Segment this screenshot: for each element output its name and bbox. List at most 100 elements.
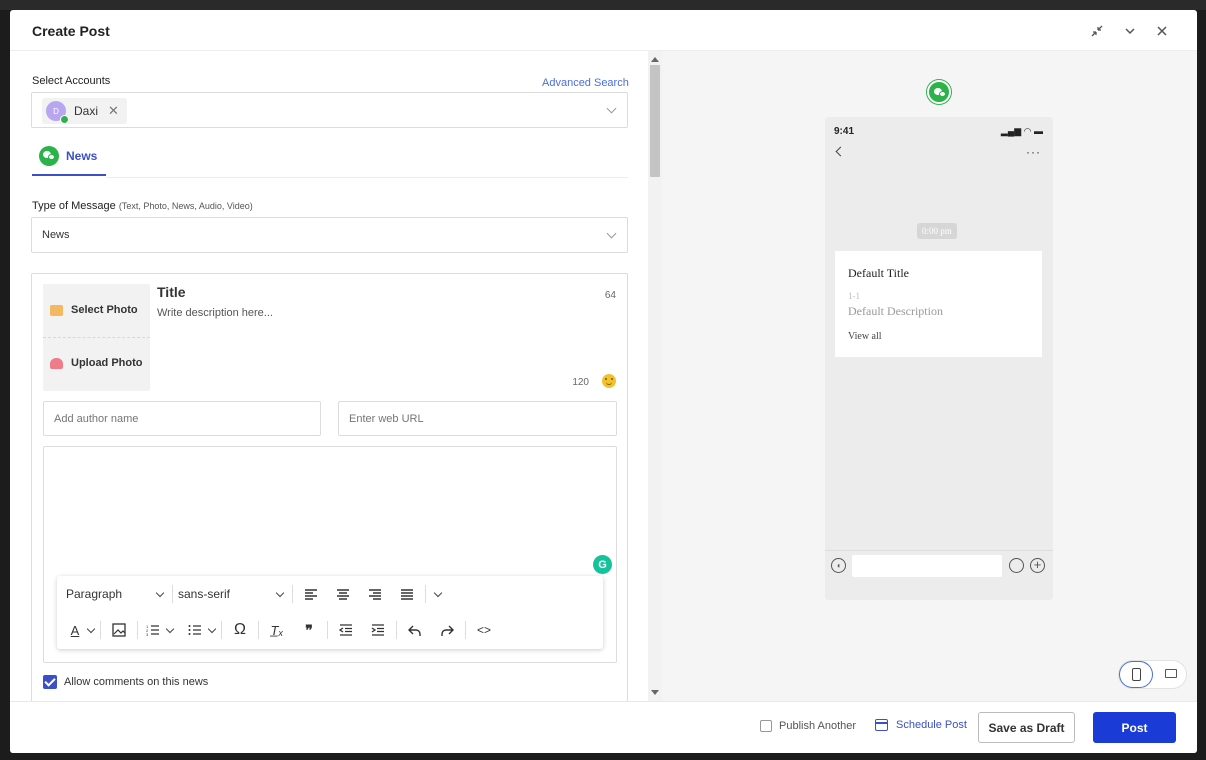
calendar-icon <box>875 719 888 731</box>
preview-description: Default Description <box>848 304 943 318</box>
tab-news-label: News <box>66 149 98 163</box>
wechat-badge-icon <box>60 115 69 124</box>
cloud-upload-icon <box>50 357 63 369</box>
select-accounts-label: Select Accounts <box>32 75 111 87</box>
svg-text:3: 3 <box>146 632 149 636</box>
undo-icon[interactable] <box>402 618 428 642</box>
schedule-post-button[interactable]: Schedule Post <box>875 719 967 731</box>
preview-date: 1-1 <box>848 291 860 301</box>
font-family-select[interactable]: sans-serif <box>178 587 287 601</box>
toolbar-row-1: Paragraph sans-serif <box>66 576 447 612</box>
mobile-preview-icon[interactable] <box>1119 661 1153 688</box>
editor-toolbar: Paragraph sans-serif A 1 2 3 Ω T̲ₓ ❞ <> <box>57 576 603 649</box>
message-type-label: Type of Message (Text, Photo, News, Audi… <box>32 200 253 212</box>
accounts-select[interactable]: D Daxi ✕ <box>31 92 628 128</box>
phone-status-icons: ▂▄▆ ◠ ▬ <box>1000 126 1043 136</box>
news-preview-card: Default Title 1-1 Default Description Vi… <box>835 251 1042 357</box>
preview-title: Default Title <box>848 266 910 280</box>
scrollbar-thumb[interactable] <box>650 65 660 177</box>
chevron-down-icon[interactable] <box>606 228 617 239</box>
more-options-chevron-icon[interactable] <box>433 588 443 597</box>
preview-panel: 9:41 ▂▄▆ ◠ ▬ ··· 0:00 pm Default Title 1… <box>662 51 1197 701</box>
allow-comments-checkbox[interactable] <box>43 675 57 689</box>
preview-view-all: View all <box>848 331 882 342</box>
post-form-panel: Select Accounts Advanced Search D Daxi ✕… <box>10 51 648 701</box>
publish-another-label: Publish Another <box>779 720 857 732</box>
account-chip: D Daxi ✕ <box>42 98 127 124</box>
allow-comments-row: Allow comments on this news <box>43 675 208 689</box>
phone-chat-input <box>852 555 1002 577</box>
author-input[interactable] <box>43 401 321 436</box>
news-editor-card: Select Photo Upload Photo Title 64 Write… <box>31 273 628 701</box>
align-justify-icon[interactable] <box>394 582 420 606</box>
redo-icon[interactable] <box>434 618 460 642</box>
modal-header: Create Post <box>10 10 1197 51</box>
indent-icon[interactable] <box>365 618 391 642</box>
title-char-count: 64 <box>604 290 616 301</box>
phone-preview: 9:41 ▂▄▆ ◠ ▬ ··· 0:00 pm Default Title 1… <box>825 117 1053 600</box>
publish-another-checkbox[interactable] <box>760 720 772 732</box>
post-button[interactable]: Post <box>1093 712 1176 743</box>
folder-icon <box>50 304 63 316</box>
bullet-list-chevron-icon[interactable] <box>207 624 217 633</box>
message-timestamp: 0:00 pm <box>917 223 957 239</box>
tab-divider <box>106 177 628 178</box>
avatar: D <box>46 101 69 124</box>
backdrop <box>0 0 1206 10</box>
collapse-icon[interactable] <box>1088 22 1106 40</box>
back-icon <box>835 146 846 157</box>
form-scrollbar[interactable] <box>648 51 662 701</box>
title-input[interactable]: Title <box>157 284 186 300</box>
description-char-count: 120 <box>572 377 589 388</box>
phone-time: 9:41 <box>834 126 855 137</box>
text-color-chevron-icon[interactable] <box>86 624 96 633</box>
message-type-select[interactable]: News <box>31 217 628 253</box>
smiley-icon <box>1009 558 1024 573</box>
more-icon: ··· <box>1026 145 1041 159</box>
tab-news[interactable]: News <box>32 146 106 176</box>
chevron-down-icon[interactable] <box>606 103 617 114</box>
bullet-list-icon[interactable] <box>185 618 205 642</box>
modal-title: Create Post <box>32 23 110 39</box>
source-code-icon[interactable]: <> <box>471 618 497 642</box>
upload-photo-button[interactable]: Upload Photo <box>50 357 143 369</box>
block-format-select[interactable]: Paragraph <box>66 587 167 601</box>
rich-text-editor[interactable]: G Paragraph sans-serif A 1 2 3 Ω T̲ₓ ❞ <… <box>43 446 617 663</box>
text-color-icon[interactable]: A <box>66 618 84 642</box>
close-icon[interactable] <box>1153 22 1171 40</box>
plus-icon: + <box>1030 558 1045 573</box>
chevron-down-icon[interactable] <box>1121 22 1139 40</box>
align-right-icon[interactable] <box>362 582 388 606</box>
grammarly-icon[interactable]: G <box>593 555 612 574</box>
outdent-icon[interactable] <box>333 618 359 642</box>
publish-another-row: Publish Another <box>760 720 856 732</box>
voice-icon: ◖ <box>831 558 846 573</box>
select-photo-button[interactable]: Select Photo <box>50 304 138 316</box>
insert-image-icon[interactable] <box>106 618 132 642</box>
scroll-up-icon[interactable] <box>651 57 659 62</box>
account-chip-name: Daxi <box>74 104 99 118</box>
description-input[interactable]: Write description here... <box>157 307 273 319</box>
save-draft-button[interactable]: Save as Draft <box>978 712 1075 743</box>
remove-account-icon[interactable]: ✕ <box>108 103 119 119</box>
smiley-icon[interactable] <box>602 374 616 388</box>
photo-box: Select Photo Upload Photo <box>43 284 150 391</box>
align-center-icon[interactable] <box>330 582 356 606</box>
wechat-icon[interactable] <box>927 80 951 104</box>
preview-device-toggle <box>1119 661 1186 688</box>
numbered-list-icon[interactable]: 123 <box>143 618 163 642</box>
allow-comments-label: Allow comments on this news <box>64 676 209 688</box>
desktop-preview-icon[interactable] <box>1159 661 1186 688</box>
clear-formatting-icon[interactable]: T̲ₓ <box>264 618 290 642</box>
special-character-icon[interactable]: Ω <box>227 618 253 642</box>
advanced-search-link[interactable]: Advanced Search <box>542 77 629 89</box>
numbered-list-chevron-icon[interactable] <box>165 624 175 633</box>
align-left-icon[interactable] <box>298 582 324 606</box>
toolbar-row-2: A 123 Ω T̲ₓ ❞ <> <box>66 612 497 648</box>
create-post-modal: Create Post Select Accounts Advanced Sea… <box>10 10 1197 753</box>
scroll-down-icon[interactable] <box>651 690 659 695</box>
blockquote-icon[interactable]: ❞ <box>296 618 322 642</box>
message-type-value: News <box>42 229 70 241</box>
modal-footer: Publish Another Schedule Post Save as Dr… <box>10 701 1197 753</box>
web-url-input[interactable] <box>338 401 617 436</box>
